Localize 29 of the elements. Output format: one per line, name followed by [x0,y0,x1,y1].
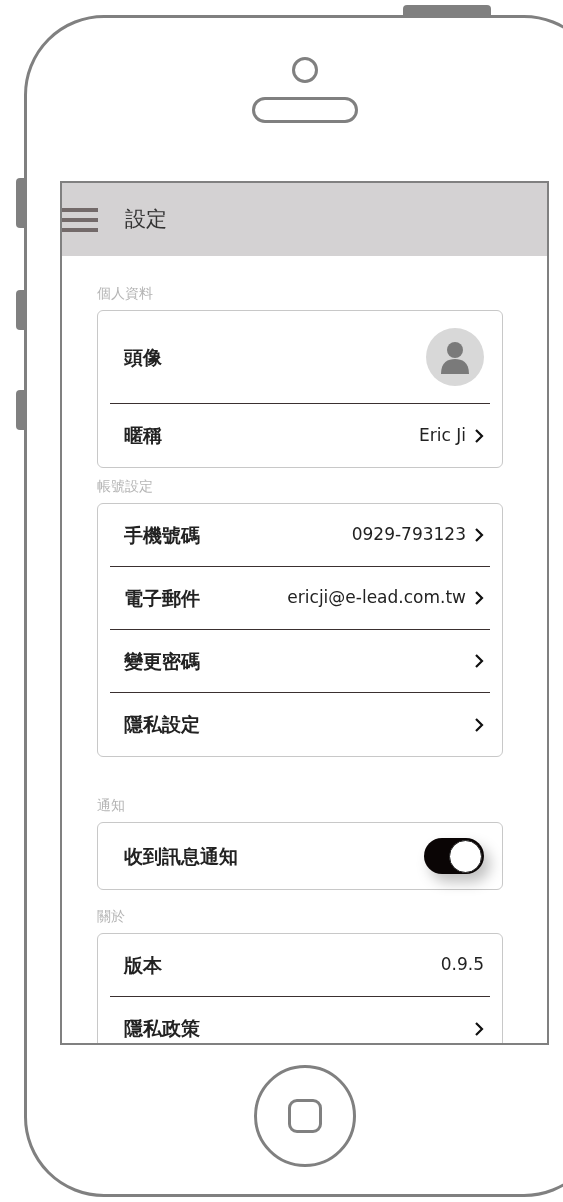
chevron-icon [474,590,484,606]
row-value: 0929-793123 [351,523,466,547]
header-title: 設定 [125,205,167,233]
toggle-switch[interactable] [424,838,484,874]
chevron-icon [474,527,484,543]
section-label: 帳號設定 [97,477,153,496]
row-value: ericji@e-lead.com.tw [287,586,466,610]
row-value: Eric Ji [419,423,466,447]
row-label: 頭像 [124,344,162,370]
section-label: 關於 [97,907,125,926]
row-label: 版本 [124,952,162,978]
section-label: 通知 [97,796,125,815]
chevron-icon [474,653,484,669]
row-label: 收到訊息通知 [124,843,238,869]
chevron-icon [474,1020,484,1037]
home-button[interactable] [253,1065,356,1167]
chevron-icon [474,716,484,733]
chevron-icon [474,427,484,444]
speaker-icon [251,97,358,123]
row-label: 隱私政策 [124,1016,200,1042]
row-label: 手機號碼 [124,522,200,548]
row-label: 隱私設定 [124,712,200,738]
row-label: 變更密碼 [124,648,200,674]
person-icon [440,340,470,374]
row-value: 0.9.5 [440,953,484,977]
row-label: 電子郵件 [124,585,200,611]
section-label: 個人資料 [97,284,153,303]
row-label: 暱稱 [124,423,162,449]
camera-icon [291,57,318,83]
